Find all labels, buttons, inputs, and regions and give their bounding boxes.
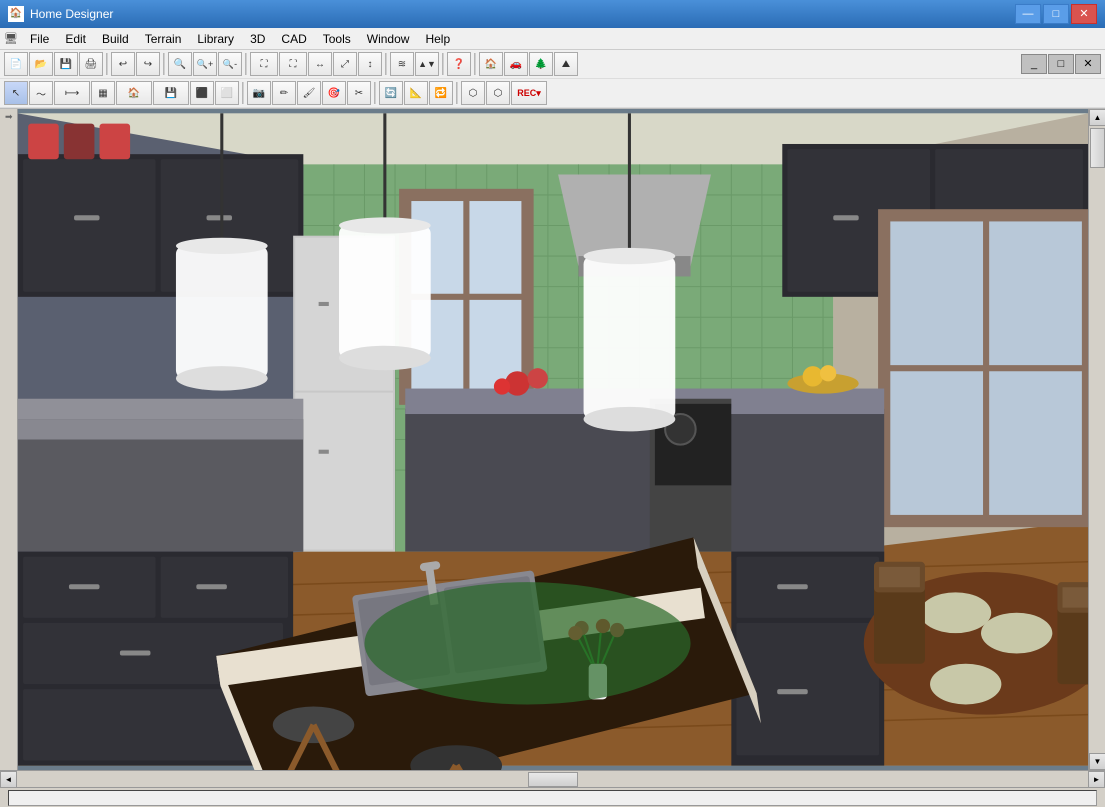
scroll-left-button[interactable]: ◄ xyxy=(0,771,17,788)
tb-select[interactable]: ↖ xyxy=(4,81,28,105)
tb-view2[interactable]: ⛶ xyxy=(279,52,307,76)
tb-sub-minimize[interactable]: _ xyxy=(1021,54,1047,74)
close-button[interactable]: ✕ xyxy=(1071,4,1097,24)
tb-white[interactable]: ⬜ xyxy=(215,81,239,105)
tb-zoom-fit[interactable]: 🔍 xyxy=(168,52,192,76)
bottom-scrollbar[interactable]: ◄ ► xyxy=(0,770,1105,787)
sep7 xyxy=(242,82,244,104)
scroll-up-button[interactable]: ▲ xyxy=(1089,109,1105,126)
tb-paint[interactable]: 🖌 xyxy=(297,81,321,105)
tb-help[interactable]: ❓ xyxy=(447,52,471,76)
tb-sym1[interactable]: ≋ xyxy=(390,52,414,76)
left-label: ⬆ xyxy=(4,109,14,121)
tb-zoom-in[interactable]: 🔍+ xyxy=(193,52,217,76)
toolbar-row-2: ↖ 〜 ⟼ ▦ 🏠 💾 ⬛ ⬜ 📷 ✏ 🖌 🎯 ✂ 🔄 📐 🔁 ⬡ ⬡ REC▾ xyxy=(0,79,1105,108)
title-bar: 🏠 Home Designer — □ ✕ xyxy=(0,0,1105,28)
menu-library[interactable]: Library xyxy=(189,30,242,48)
sep8 xyxy=(374,82,376,104)
scroll-down-button[interactable]: ▼ xyxy=(1089,753,1105,770)
tb-save2[interactable]: 💾 xyxy=(153,81,189,105)
menu-build[interactable]: Build xyxy=(94,30,137,48)
kitchen-scene xyxy=(18,109,1088,770)
tb-zoom-out[interactable]: 🔍- xyxy=(218,52,242,76)
tb-new[interactable]: 📄 xyxy=(4,52,28,76)
app-title: Home Designer xyxy=(30,7,1015,21)
toolbar-area: 📄 📂 💾 🖨 ↩ ↪ 🔍 🔍+ 🔍- ⛶ ⛶ ↔ ⤢ ↕ ≋ ▲▼ ❓ 🏠 🚗… xyxy=(0,50,1105,109)
tb-rotate[interactable]: 🔄 xyxy=(379,81,403,105)
toolbar-row-1: 📄 📂 💾 🖨 ↩ ↪ 🔍 🔍+ 🔍- ⛶ ⛶ ↔ ⤢ ↕ ≋ ▲▼ ❓ 🏠 🚗… xyxy=(0,50,1105,79)
tb-transform2[interactable]: ⬡ xyxy=(486,81,510,105)
sep3 xyxy=(245,53,247,75)
tb-floor[interactable]: 🏠 xyxy=(116,81,152,105)
tb-home-elev[interactable]: 🏠 xyxy=(479,52,503,76)
tb-polyline[interactable]: 〜 xyxy=(29,81,53,105)
menu-file[interactable]: File xyxy=(22,30,57,48)
app-icon: 🏠 xyxy=(8,6,24,22)
tb-undo[interactable]: ↩ xyxy=(111,52,135,76)
bottom-scroll-thumb[interactable] xyxy=(528,772,578,787)
tb-terrain2[interactable]: 🌲 xyxy=(529,52,553,76)
maximize-button[interactable]: □ xyxy=(1043,4,1069,24)
tb-view5[interactable]: ↕ xyxy=(358,52,382,76)
tb-sym2[interactable]: ▲▼ xyxy=(415,52,439,76)
menu-help[interactable]: Help xyxy=(417,30,458,48)
tb-pencil[interactable]: ✏ xyxy=(272,81,296,105)
tb-sub-maximize[interactable]: □ xyxy=(1048,54,1074,74)
tb-black[interactable]: ⬛ xyxy=(190,81,214,105)
menu-window[interactable]: Window xyxy=(359,30,418,48)
scroll-right-button[interactable]: ► xyxy=(1088,771,1105,788)
menu-3d[interactable]: 3D xyxy=(242,30,273,48)
sep5 xyxy=(442,53,444,75)
tb-view4[interactable]: ⤢ xyxy=(333,52,357,76)
menu-tools[interactable]: Tools xyxy=(315,30,359,48)
tb-garage[interactable]: 🚗 xyxy=(504,52,528,76)
tb-mirror[interactable]: 🔁 xyxy=(429,81,453,105)
tb-save[interactable]: 💾 xyxy=(54,52,78,76)
window-controls[interactable]: — □ ✕ xyxy=(1015,4,1097,24)
sep2 xyxy=(163,53,165,75)
status-bar xyxy=(0,787,1105,807)
tb-target[interactable]: 🎯 xyxy=(322,81,346,105)
sep9 xyxy=(456,82,458,104)
tb-sub-close[interactable]: ✕ xyxy=(1075,54,1101,74)
tb-print[interactable]: 🖨 xyxy=(79,52,103,76)
tb-view1[interactable]: ⛶ xyxy=(250,52,278,76)
scroll-track[interactable] xyxy=(1089,126,1105,753)
status-text xyxy=(8,790,1097,806)
minimize-button[interactable]: — xyxy=(1015,4,1041,24)
tb-scissors[interactable]: ✂ xyxy=(347,81,371,105)
menu-cad[interactable]: CAD xyxy=(273,30,314,48)
tb-mountain[interactable]: ⛰ xyxy=(554,52,578,76)
tb-camera[interactable]: 📷 xyxy=(247,81,271,105)
tb-room[interactable]: ▦ xyxy=(91,81,115,105)
tb-measure[interactable]: 📐 xyxy=(404,81,428,105)
sep4 xyxy=(385,53,387,75)
left-panel: ⬆ xyxy=(0,109,18,770)
menu-bar: 🖥 File Edit Build Terrain Library 3D CAD… xyxy=(0,28,1105,50)
menu-edit[interactable]: Edit xyxy=(57,30,94,48)
tb-view3[interactable]: ↔ xyxy=(308,52,332,76)
bottom-scroll-track[interactable] xyxy=(17,772,1088,787)
tb-record[interactable]: REC▾ xyxy=(511,81,547,105)
tb-redo[interactable]: ↪ xyxy=(136,52,160,76)
scroll-thumb[interactable] xyxy=(1090,128,1105,168)
content-row: ⬆ xyxy=(0,109,1105,770)
right-scrollbar[interactable]: ▲ ▼ xyxy=(1088,109,1105,770)
tb-transform[interactable]: ⬡ xyxy=(461,81,485,105)
tb-wall[interactable]: ⟼ xyxy=(54,81,90,105)
main-area: ⬆ xyxy=(0,109,1105,807)
sep6 xyxy=(474,53,476,75)
tb-open[interactable]: 📂 xyxy=(29,52,53,76)
viewport[interactable] xyxy=(18,109,1088,770)
sep1 xyxy=(106,53,108,75)
menu-terrain[interactable]: Terrain xyxy=(137,30,190,48)
